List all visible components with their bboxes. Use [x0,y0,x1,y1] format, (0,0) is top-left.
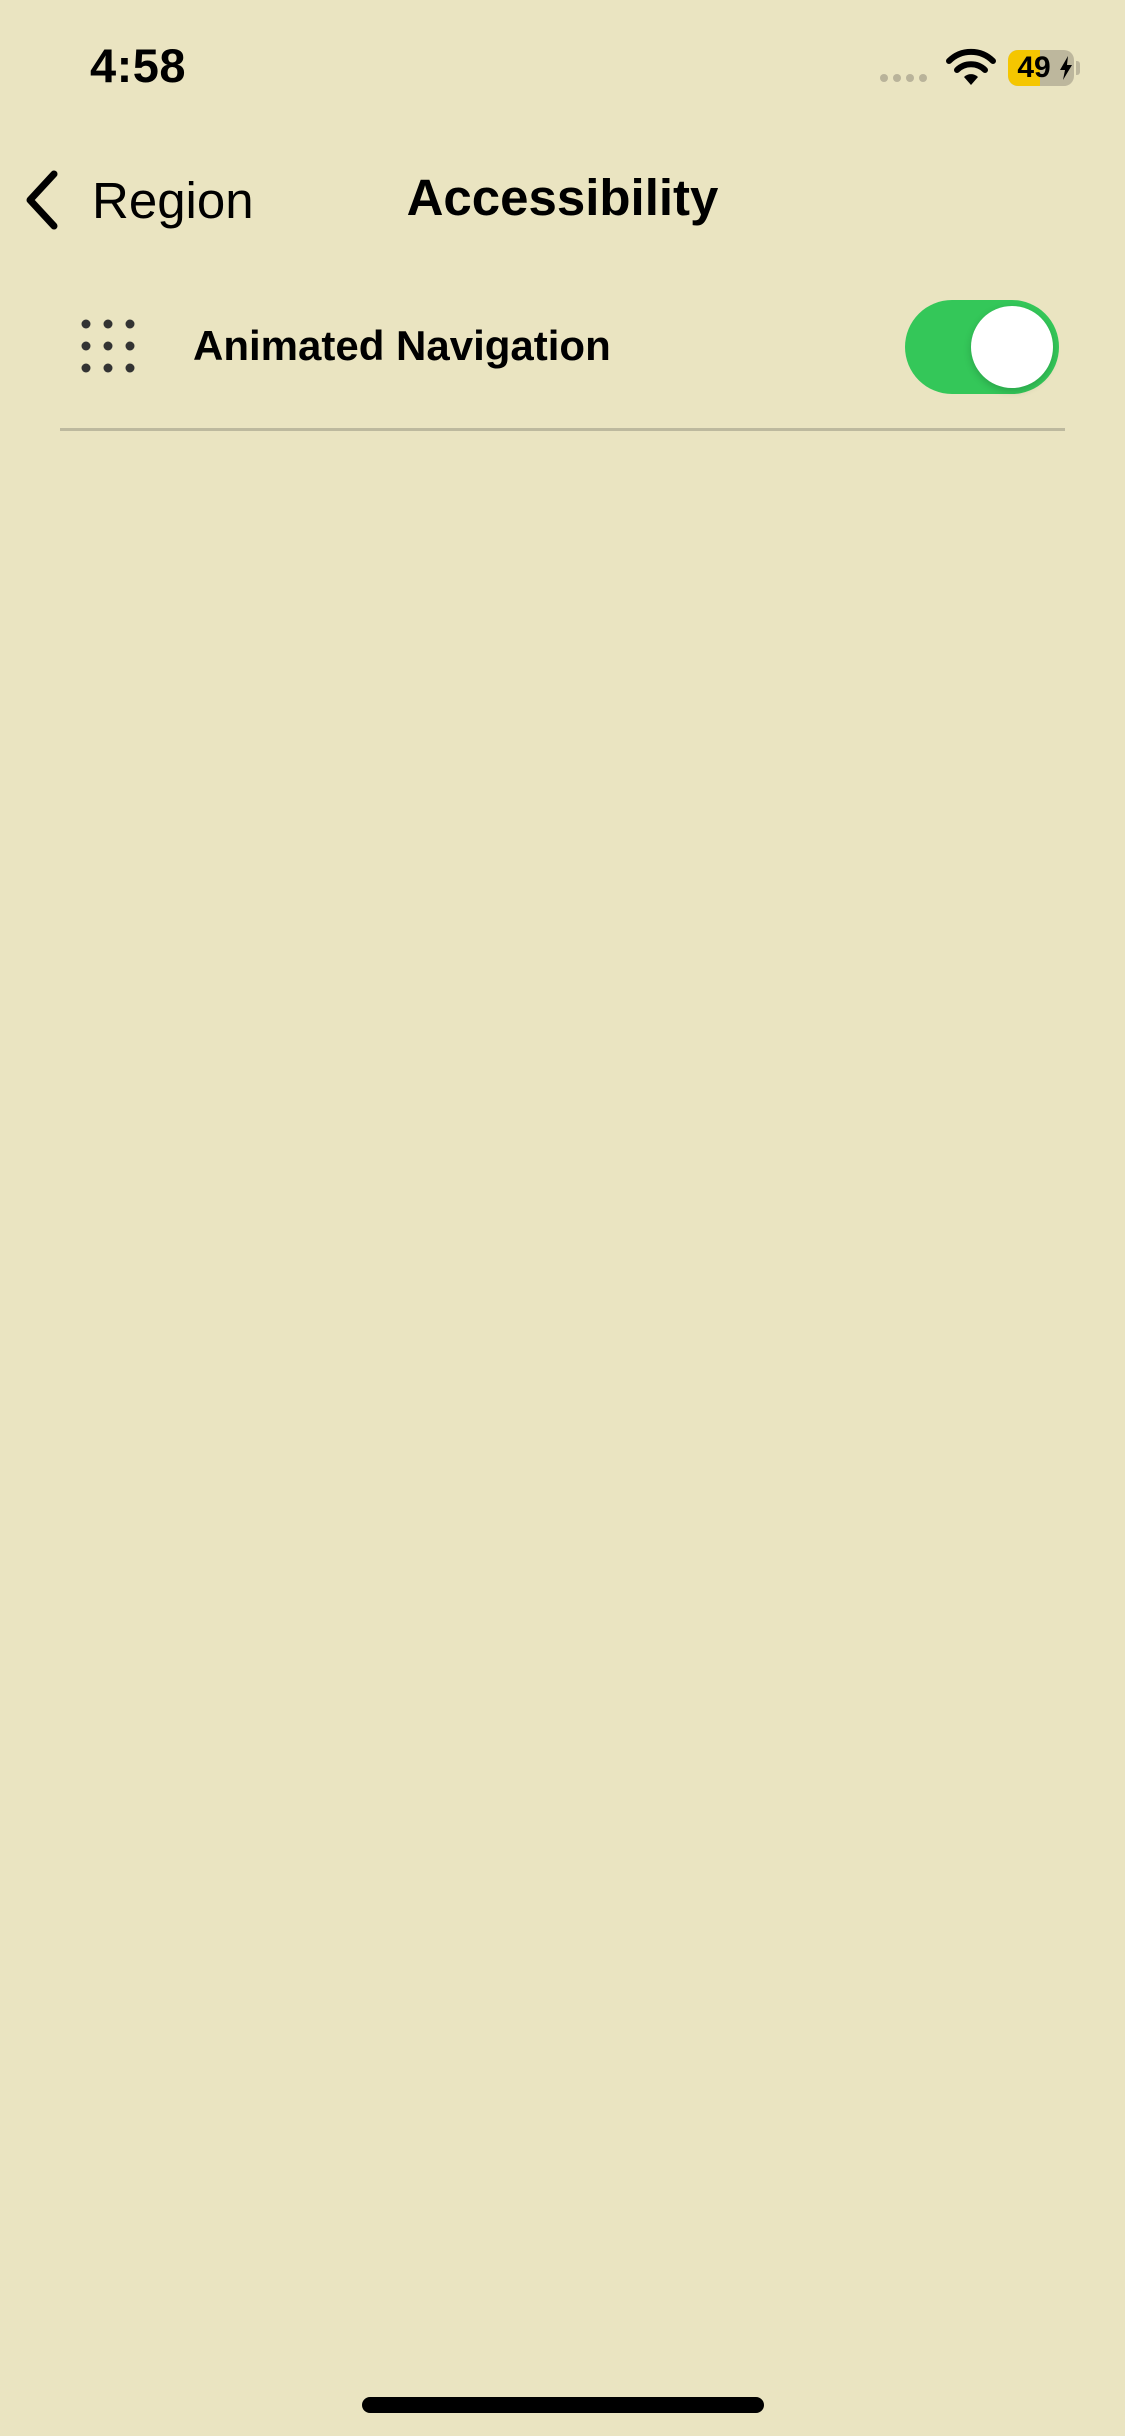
animated-navigation-toggle[interactable] [905,300,1059,394]
row-divider [60,428,1065,431]
setting-row-animated-navigation: Animated Navigation [0,290,1125,402]
navigation-bar: Region Accessibility [0,140,1125,260]
charging-bolt-icon [1059,56,1073,85]
battery-cap [1076,61,1080,75]
battery-percent: 49 [1017,51,1051,84]
toggle-knob [971,306,1053,388]
home-indicator[interactable] [362,2397,764,2413]
dots-grid-icon [81,319,135,373]
cellular-signal-icon [880,74,927,82]
setting-label: Animated Navigation [193,322,611,369]
status-bar: 4:58 49 [0,0,1125,130]
wifi-icon [946,48,996,85]
status-time: 4:58 [90,39,187,92]
page-title: Accessibility [406,169,719,226]
battery-indicator: 49 [1008,50,1074,86]
